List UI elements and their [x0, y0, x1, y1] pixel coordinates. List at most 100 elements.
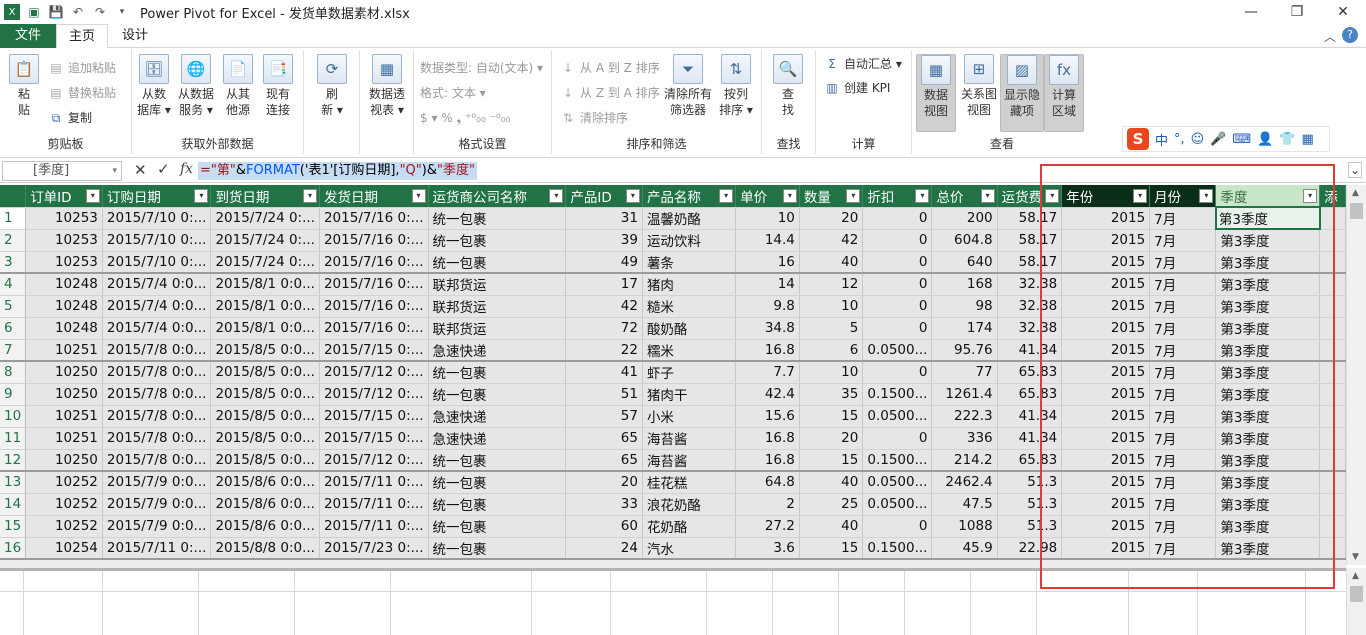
table-cell[interactable]: 17: [565, 273, 643, 296]
clear-all-filters-button[interactable]: ⏷ 清除所有 筛选器: [662, 54, 714, 118]
table-cell[interactable]: 2015: [1061, 207, 1151, 230]
table-cell[interactable]: 2015: [1061, 317, 1151, 340]
ime-skin-icon[interactable]: 👕: [1279, 132, 1295, 147]
table-cell[interactable]: 统一包裹: [428, 471, 567, 494]
table-cell[interactable]: 糯米: [642, 339, 737, 362]
table-cell[interactable]: 统一包裹: [428, 537, 567, 560]
table-cell[interactable]: 7月: [1149, 273, 1217, 296]
add-column-cell[interactable]: [1319, 493, 1346, 516]
table-cell[interactable]: 1088: [931, 515, 998, 538]
table-cell[interactable]: 64.8: [735, 471, 800, 494]
table-cell[interactable]: 猪肉干: [642, 383, 737, 406]
table-cell[interactable]: 1261.4: [931, 383, 998, 406]
table-cell[interactable]: 10251: [25, 405, 103, 428]
table-cell[interactable]: 第3季度: [1215, 405, 1321, 428]
table-cell[interactable]: 联邦货运: [428, 295, 567, 318]
redo-icon[interactable]: ↷: [92, 4, 108, 20]
sogou-logo-icon[interactable]: S: [1127, 128, 1149, 150]
table-cell[interactable]: 2015/7/12 0:...: [319, 361, 429, 384]
table-cell[interactable]: 2015: [1061, 537, 1151, 560]
help-icon[interactable]: ?: [1342, 27, 1358, 43]
table-cell[interactable]: 0.0500...: [862, 339, 933, 362]
calc-area-scrollbar[interactable]: ▲: [1346, 568, 1366, 635]
tab-design[interactable]: 设计: [110, 24, 160, 48]
table-cell[interactable]: 2015/8/5 0:0...: [210, 339, 320, 362]
add-column-cell[interactable]: [1319, 251, 1346, 274]
number-format-buttons[interactable]: $ ▾ % ❟ ⁺⁰₀₀ ⁻⁰₀₀: [420, 108, 510, 128]
expand-formula-bar-icon[interactable]: ⌄: [1348, 162, 1362, 178]
table-cell[interactable]: 统一包裹: [428, 493, 567, 516]
table-cell[interactable]: 6: [799, 339, 864, 362]
table-cell[interactable]: 7月: [1149, 339, 1217, 362]
filter-dropdown-icon[interactable]: ▾: [915, 189, 930, 203]
show-hidden-button[interactable]: ▨ 显示隐 藏项: [1000, 54, 1044, 132]
table-cell[interactable]: 10251: [25, 339, 103, 362]
table-cell[interactable]: 2015/7/4 0:0...: [102, 295, 212, 318]
table-cell[interactable]: 糙米: [642, 295, 737, 318]
table-cell[interactable]: 0: [862, 317, 933, 340]
table-cell[interactable]: 2015/7/8 0:0...: [102, 339, 212, 362]
table-cell[interactable]: 32.38: [997, 295, 1063, 318]
table-cell[interactable]: 32.38: [997, 273, 1063, 296]
table-cell[interactable]: 浪花奶酪: [642, 493, 737, 516]
paste-button[interactable]: 📋 粘 贴: [6, 54, 42, 118]
table-cell[interactable]: 2015/7/16 0:...: [319, 229, 429, 252]
table-cell[interactable]: 第3季度: [1215, 493, 1321, 516]
switch-to-excel-icon[interactable]: ▣: [26, 4, 42, 20]
add-column-cell[interactable]: [1319, 383, 1346, 406]
calc-scroll-up-icon[interactable]: ▲: [1352, 571, 1359, 581]
table-cell[interactable]: 0: [862, 427, 933, 450]
table-cell[interactable]: 7月: [1149, 515, 1217, 538]
sort-az-button[interactable]: ↓ 从 A 到 Z 排序: [560, 58, 660, 78]
row-number[interactable]: 10: [0, 405, 27, 428]
table-cell[interactable]: 2015: [1061, 471, 1151, 494]
table-cell[interactable]: 第3季度: [1215, 273, 1321, 296]
ime-emoji-icon[interactable]: ☺: [1191, 132, 1205, 147]
existing-connections-button[interactable]: 📑 现有 连接: [260, 54, 296, 118]
create-kpi-button[interactable]: ▥ 创建 KPI: [824, 78, 890, 98]
filter-dropdown-icon[interactable]: ▾: [85, 189, 100, 203]
table-cell[interactable]: 95.76: [931, 339, 998, 362]
clear-sort-button[interactable]: ⇅ 清除排序: [560, 108, 628, 128]
table-cell[interactable]: 58.17: [997, 251, 1063, 274]
table-cell[interactable]: 41.34: [997, 339, 1063, 362]
ime-toolbox-icon[interactable]: ▦: [1302, 132, 1314, 147]
add-column-cell[interactable]: [1319, 427, 1346, 450]
table-cell[interactable]: 10254: [25, 537, 103, 560]
table-cell[interactable]: 2015: [1061, 405, 1151, 428]
table-cell[interactable]: 7月: [1149, 317, 1217, 340]
ime-user-icon[interactable]: 👤: [1257, 132, 1273, 147]
row-number[interactable]: 12: [0, 449, 27, 472]
undo-icon[interactable]: ↶: [70, 4, 86, 20]
table-cell[interactable]: 2015/7/8 0:0...: [102, 427, 212, 450]
table-cell[interactable]: 45.9: [931, 537, 998, 560]
row-number[interactable]: 13: [0, 471, 27, 494]
table-cell[interactable]: 2015/7/15 0:...: [319, 405, 429, 428]
table-cell[interactable]: 2015/8/1 0:0...: [210, 295, 320, 318]
add-column-cell[interactable]: [1319, 515, 1346, 538]
table-cell[interactable]: 168: [931, 273, 998, 296]
table-cell[interactable]: 2015: [1061, 383, 1151, 406]
column-header[interactable]: 添: [1319, 185, 1346, 208]
restore-button[interactable]: ❐: [1274, 0, 1320, 24]
table-cell[interactable]: 3.6: [735, 537, 800, 560]
table-cell[interactable]: 2015/7/10 0:...: [102, 229, 212, 252]
column-header[interactable]: 单价 ▾: [735, 185, 800, 208]
table-cell[interactable]: 2: [735, 493, 800, 516]
table-cell[interactable]: 统一包裹: [428, 251, 567, 274]
table-cell[interactable]: 7月: [1149, 383, 1217, 406]
column-header[interactable]: 运货费 ▾: [997, 185, 1063, 208]
table-cell[interactable]: 猪肉: [642, 273, 737, 296]
table-cell[interactable]: 0: [862, 207, 933, 230]
table-cell[interactable]: 42.4: [735, 383, 800, 406]
scroll-down-icon[interactable]: ▼: [1352, 552, 1359, 562]
table-cell[interactable]: 统一包裹: [428, 207, 567, 230]
table-cell[interactable]: 58.17: [997, 207, 1063, 230]
table-cell[interactable]: 2015/8/5 0:0...: [210, 383, 320, 406]
table-cell[interactable]: 41.34: [997, 427, 1063, 450]
name-box[interactable]: [季度] ▾: [2, 161, 122, 181]
table-cell[interactable]: 2015/8/5 0:0...: [210, 405, 320, 428]
table-cell[interactable]: 2015/8/8 0:0...: [210, 537, 320, 560]
table-cell[interactable]: 0.0500...: [862, 405, 933, 428]
table-cell[interactable]: 统一包裹: [428, 449, 567, 472]
